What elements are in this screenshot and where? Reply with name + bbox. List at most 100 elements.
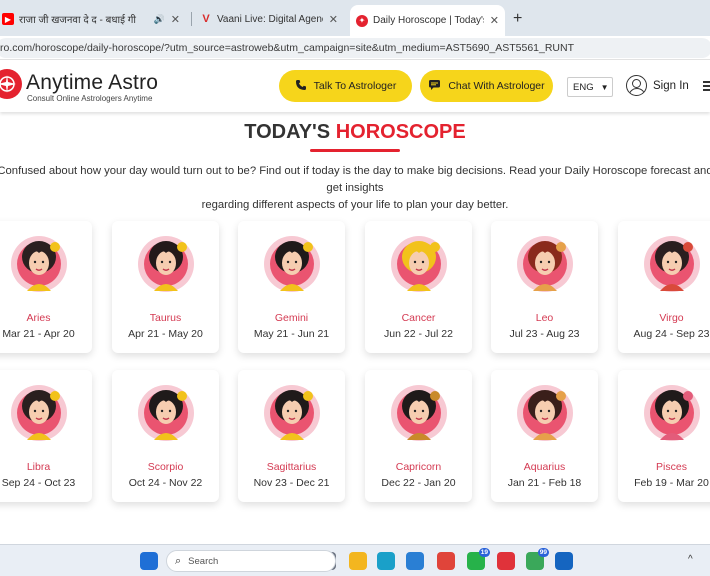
zodiac-card-cancer[interactable]: Cancer Jun 22 - Jul 22 xyxy=(365,221,472,353)
intro-text: Confused about how your day would turn o… xyxy=(0,163,710,214)
gemini-woman-icon xyxy=(264,236,320,292)
zodiac-sign-name: Scorpio xyxy=(147,461,184,473)
brand-tagline: Consult Online Astrologers Anytime xyxy=(27,94,153,103)
sign-in-label: Sign In xyxy=(653,79,689,92)
address-bar: ro.com/horoscope/daily-horoscope/?utm_so… xyxy=(0,36,710,60)
tab-title: राजा जी खजनवा दे द - बधाई गी xyxy=(19,15,136,26)
notification-badge: 99 xyxy=(537,548,549,557)
zodiac-sign-name: Leo xyxy=(535,312,554,324)
hamburger-menu-icon[interactable] xyxy=(703,81,710,91)
chat-button-label: Chat With Astrologer xyxy=(448,80,545,92)
zodiac-card-libra[interactable]: Libra Sep 24 - Oct 23 xyxy=(0,370,92,502)
zodiac-sign-name: Pisces xyxy=(656,461,687,473)
anytime-astro-icon: ✦ xyxy=(356,14,368,27)
zodiac-sign-name: Taurus xyxy=(149,312,182,324)
intro-line-1: Confused about how your day would turn o… xyxy=(0,165,710,194)
taskbar-search-box[interactable]: ⌕ Search xyxy=(166,550,336,572)
zodiac-card-virgo[interactable]: Virgo Aug 24 - Sep 23 xyxy=(618,221,710,353)
file-explorer-icon[interactable] xyxy=(349,552,367,570)
zodiac-card-aries[interactable]: Aries Mar 21 - Apr 20 xyxy=(0,221,92,353)
zodiac-sign-name: Libra xyxy=(26,461,51,473)
whatsapp-icon[interactable]: 19 xyxy=(467,548,490,570)
search-icon: ⌕ xyxy=(175,554,182,567)
zodiac-card-gemini[interactable]: Gemini May 21 - Jun 21 xyxy=(238,221,345,353)
zodiac-sign-dates: May 21 - Jun 21 xyxy=(253,328,330,340)
zodiac-sign-dates: Aug 24 - Sep 23 xyxy=(633,328,710,340)
intro-line-2: regarding different aspects of your life… xyxy=(201,199,509,211)
leo-woman-icon xyxy=(517,236,573,292)
zodiac-sign-dates: Jun 22 - Jul 22 xyxy=(384,328,453,340)
tab-separator xyxy=(191,12,192,26)
zodiac-sign-name: Cancer xyxy=(401,312,436,324)
user-icon xyxy=(626,75,647,96)
zodiac-sign-name: Aries xyxy=(26,312,51,324)
talk-to-astrologer-button[interactable]: Talk To Astrologer xyxy=(279,70,412,102)
tab-youtube-song[interactable]: ▶ राजा जी खजनवा दे द - बधाई गी 🔊 ✕ xyxy=(0,6,186,32)
windows-taskbar: 19 99 ⌕ Search ^ xyxy=(0,544,710,576)
sign-in-button[interactable]: Sign In xyxy=(626,75,689,96)
zodiac-sign-dates: Oct 24 - Nov 22 xyxy=(128,477,203,489)
zodiac-card-sagittarius[interactable]: Sagittarius Nov 23 - Dec 21 xyxy=(238,370,345,502)
zodiac-card-scorpio[interactable]: Scorpio Oct 24 - Nov 22 xyxy=(112,370,219,502)
windows-start-icon[interactable] xyxy=(140,552,158,570)
audio-playing-icon[interactable]: 🔊 xyxy=(154,14,165,25)
zodiac-sign-name: Sagittarius xyxy=(266,461,317,473)
chat-with-astrologer-button[interactable]: Chat With Astrologer xyxy=(420,70,553,102)
zodiac-card-leo[interactable]: Leo Jul 23 - Aug 23 xyxy=(491,221,598,353)
zodiac-sign-dates: Feb 19 - Mar 20 xyxy=(634,477,709,489)
url-field[interactable]: ro.com/horoscope/daily-horoscope/?utm_so… xyxy=(0,38,710,58)
virgo-woman-icon xyxy=(644,236,700,292)
tab-title: Daily Horoscope | Today's Free xyxy=(373,15,484,26)
site-header: Anytime Astro Consult Online Astrologers… xyxy=(0,60,710,112)
aries-woman-icon xyxy=(11,236,67,292)
zodiac-sign-dates: Jan 21 - Feb 18 xyxy=(507,477,582,489)
zodiac-sign-dates: Nov 23 - Dec 21 xyxy=(253,477,330,489)
chat-icon xyxy=(428,79,441,94)
zodiac-sign-name: Aquarius xyxy=(523,461,566,473)
vscode-icon[interactable] xyxy=(406,552,424,570)
aquarius-woman-icon xyxy=(517,385,573,441)
title-underline xyxy=(310,149,400,152)
zodiac-sign-name: Capricorn xyxy=(395,461,442,473)
brand-name[interactable]: Anytime Astro xyxy=(26,71,158,95)
zodiac-card-aquarius[interactable]: Aquarius Jan 21 - Feb 18 xyxy=(491,370,598,502)
edge-icon[interactable] xyxy=(377,552,395,570)
talk-button-label: Talk To Astrologer xyxy=(313,80,397,92)
tab-title: Vaani Live: Digital Agency, Web xyxy=(217,13,323,25)
zodiac-card-capricorn[interactable]: Capricorn Dec 22 - Jan 20 xyxy=(365,370,472,502)
tab-daily-horoscope[interactable]: ✦ Daily Horoscope | Today's Free ✕ xyxy=(350,5,505,36)
tab-vaani-live[interactable]: V Vaani Live: Digital Agency, Web ✕ xyxy=(194,6,344,32)
zodiac-card-pisces[interactable]: Pisces Feb 19 - Mar 20 xyxy=(618,370,710,502)
chrome-profile-icon[interactable]: 99 xyxy=(526,548,549,570)
close-tab-icon[interactable]: ✕ xyxy=(171,13,180,26)
chevron-down-icon: ▼ xyxy=(600,82,609,92)
close-tab-icon[interactable]: ✕ xyxy=(329,13,338,26)
taskbar-search-placeholder: Search xyxy=(188,555,219,567)
page-title-part2: HOROSCOPE xyxy=(335,121,466,143)
zodiac-card-taurus[interactable]: Taurus Apr 21 - May 20 xyxy=(112,221,219,353)
youtube-music-icon[interactable] xyxy=(497,552,515,570)
close-tab-icon[interactable]: ✕ xyxy=(490,14,499,27)
zodiac-sign-name: Gemini xyxy=(274,312,309,324)
sagittarius-woman-icon xyxy=(264,385,320,441)
libra-woman-icon xyxy=(11,385,67,441)
phone-icon xyxy=(295,79,307,94)
zodiac-sign-dates: Apr 21 - May 20 xyxy=(128,328,203,340)
zodiac-sign-name: Virgo xyxy=(659,312,684,324)
notification-badge: 19 xyxy=(478,548,490,557)
capricorn-woman-icon xyxy=(391,385,447,441)
zodiac-sign-dates: Dec 22 - Jan 20 xyxy=(381,477,456,489)
cancer-woman-icon xyxy=(391,236,447,292)
v-logo-icon: V xyxy=(202,13,210,25)
chrome-icon[interactable] xyxy=(437,552,455,570)
browser-tab-strip: ▶ राजा जी खजनवा दे द - बधाई गी 🔊 ✕ V Vaa… xyxy=(0,0,710,36)
page-title: TODAY'S HOROSCOPE xyxy=(0,121,710,144)
anytime-astro-logo-icon[interactable] xyxy=(0,69,22,99)
language-select[interactable]: ENG ▼ xyxy=(567,77,613,97)
zodiac-sign-dates: Jul 23 - Aug 23 xyxy=(509,328,580,340)
show-hidden-icons-button[interactable]: ^ xyxy=(688,554,693,565)
outlook-icon[interactable] xyxy=(555,552,573,570)
new-tab-button[interactable]: + xyxy=(513,10,522,28)
zodiac-sign-dates: Sep 24 - Oct 23 xyxy=(1,477,76,489)
pisces-woman-icon xyxy=(644,385,700,441)
